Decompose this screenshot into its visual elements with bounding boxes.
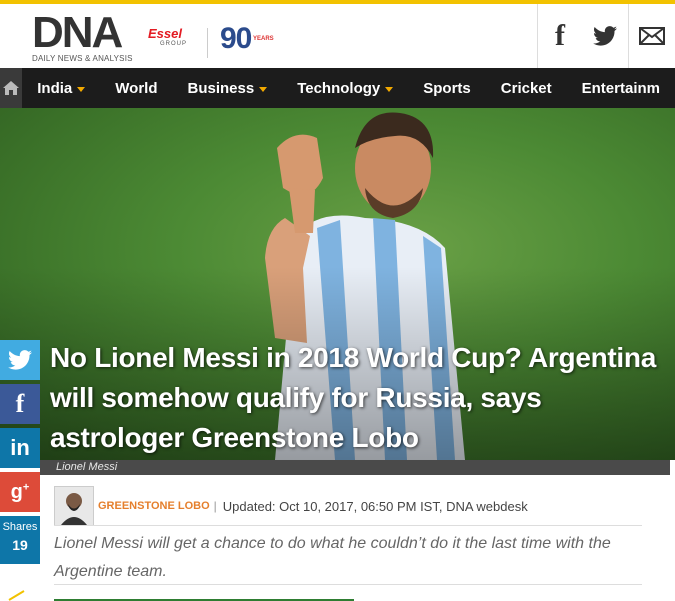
main-nav: India World Business Technology Sports C…	[0, 68, 675, 108]
twitter-share-button[interactable]	[0, 340, 40, 380]
nav-item-entertainment[interactable]: Entertainm	[567, 80, 675, 97]
author-name[interactable]: GREENSTONE LOBO	[98, 500, 210, 512]
caret-down-icon	[77, 86, 86, 92]
article-byline: GREENSTONE LOBO | Updated: Oct 10, 2017,…	[54, 486, 528, 526]
nav-item-label: World	[115, 79, 158, 97]
share-rail: f in g+ Shares 19	[0, 340, 40, 564]
partner-name: Essel	[148, 26, 182, 41]
author-avatar[interactable]	[54, 486, 94, 526]
nav-item-label: Business	[187, 79, 255, 97]
share-count: Shares 19	[0, 516, 40, 564]
linkedin-icon: in	[10, 435, 30, 460]
caret-down-icon	[259, 86, 268, 92]
nav-item-business[interactable]: Business	[173, 80, 283, 97]
hero-image: No Lionel Messi in 2018 World Cup? Argen…	[0, 108, 675, 460]
twitter-icon	[8, 350, 32, 370]
linkedin-share-button[interactable]: in	[0, 428, 40, 468]
nav-item-india[interactable]: India	[22, 80, 100, 97]
nav-item-sports[interactable]: Sports	[408, 80, 486, 97]
nav-item-label: Sports	[423, 79, 471, 97]
image-caption-bar: Lionel Messi	[40, 460, 670, 475]
nav-item-label: India	[37, 79, 73, 97]
facebook-icon: f	[15, 389, 25, 418]
divider	[54, 525, 642, 526]
site-logo[interactable]: DNA DAILY NEWS & ANALYSIS	[32, 8, 133, 64]
nav-item-cricket[interactable]: Cricket	[486, 80, 567, 97]
nav-item-label: Cricket	[500, 79, 552, 97]
partner-logo: Essel GROUP	[148, 26, 187, 47]
share-count-label: Shares	[2, 521, 38, 533]
article-headline[interactable]: No Lionel Messi in 2018 World Cup? Argen…	[50, 338, 670, 458]
divider	[54, 584, 642, 585]
twitter-icon[interactable]	[582, 4, 628, 68]
header-social-links: f	[537, 4, 675, 68]
logo-tagline: DAILY NEWS & ANALYSIS	[32, 54, 133, 63]
mail-icon[interactable]	[629, 4, 675, 68]
pencil-icon	[8, 590, 25, 601]
googleplus-share-button[interactable]: g+	[0, 472, 40, 512]
facebook-icon[interactable]: f	[538, 4, 582, 68]
share-count-value: 19	[12, 537, 28, 553]
home-icon[interactable]	[0, 68, 23, 108]
image-caption: Lionel Messi	[56, 461, 118, 473]
nav-item-label: Technology	[297, 79, 381, 97]
anniversary-label: YEARS	[253, 36, 274, 42]
nav-item-world[interactable]: World	[100, 80, 172, 97]
nav-item-technology[interactable]: Technology	[282, 80, 408, 97]
nav-item-label: Entertainm	[581, 79, 660, 97]
logo-text: DNA	[32, 8, 123, 57]
anniversary-number: 90	[220, 22, 252, 55]
header-divider	[207, 28, 208, 58]
byline-separator: |	[213, 499, 217, 513]
facebook-share-button[interactable]: f	[0, 384, 40, 424]
googleplus-icon: g+	[10, 480, 30, 503]
partner-group: GROUP	[160, 41, 188, 47]
article-summary: Lionel Messi will get a chance to do wha…	[54, 535, 611, 580]
site-header: DNA DAILY NEWS & ANALYSIS Essel GROUP 90…	[0, 4, 675, 69]
caret-down-icon	[385, 86, 394, 92]
updated-timestamp: Updated: Oct 10, 2017, 06:50 PM IST, DNA…	[222, 498, 528, 514]
